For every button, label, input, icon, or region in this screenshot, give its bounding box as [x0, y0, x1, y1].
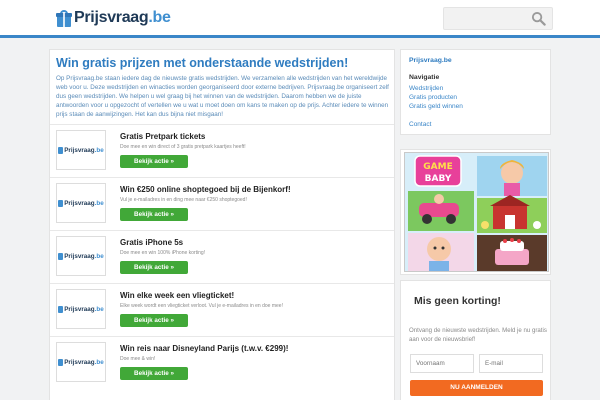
search-box	[443, 7, 553, 30]
svg-text:BABY: BABY	[425, 174, 452, 184]
email-field[interactable]	[479, 354, 543, 373]
site-logo[interactable]: Prijsvraag.be	[56, 7, 171, 29]
contest-item: Prijsvraag.be Win elke week een vliegtic…	[50, 283, 394, 336]
contest-description: Doe mee en win 100% iPhone korting!	[120, 250, 206, 256]
contest-item: Prijsvraag.be Win €250 online shoptegoed…	[50, 177, 394, 230]
newsletter-box: Mis geen korting! Ontvang de nieuwste we…	[400, 280, 551, 400]
ad-container: GAME BABY	[400, 149, 551, 275]
search-icon[interactable]	[531, 11, 546, 26]
gift-icon	[58, 305, 64, 313]
contest-description: Doe mee en win direct of 3 gratis pretpa…	[120, 144, 246, 150]
contest-thumbnail[interactable]: Prijsvraag.be	[56, 183, 106, 223]
contest-title[interactable]: Gratis Pretpark tickets	[120, 132, 205, 141]
view-contest-button[interactable]: Bekijk actie »	[120, 261, 188, 274]
site-header: Prijsvraag.be	[0, 0, 600, 38]
contest-title[interactable]: Win elke week een vliegticket!	[120, 291, 234, 300]
gift-icon	[58, 199, 64, 207]
contest-item: Prijsvraag.be Gratis Pretpark tickets Do…	[50, 124, 394, 177]
view-contest-button[interactable]: Bekijk actie »	[120, 155, 188, 168]
gift-icon	[56, 9, 72, 27]
contest-description: Vul je e-mailadres in en ding mee naar €…	[120, 197, 247, 203]
gift-icon	[58, 146, 64, 154]
contest-description: Doe mee & win!	[120, 356, 156, 362]
sidebar-link-gratis-producten[interactable]: Gratis producten	[409, 94, 457, 101]
sidebar-link-gratis-geld[interactable]: Gratis geld winnen	[409, 103, 463, 110]
contest-title[interactable]: Win reis naar Disneyland Parijs (t.w.v. …	[120, 344, 288, 353]
logo-text: Prijsvraag.be	[74, 9, 171, 26]
view-contest-button[interactable]: Bekijk actie »	[120, 208, 188, 221]
sidebar-link-wedstrijden[interactable]: Wedstrijden	[409, 85, 443, 92]
intro-text: Op Prijsvraag.be staan iedere dag de nie…	[56, 75, 389, 118]
contest-title[interactable]: Gratis iPhone 5s	[120, 238, 183, 247]
newsletter-text: Ontvang de nieuwste wedstrijden. Meld je…	[409, 327, 547, 343]
contest-item: Prijsvraag.be Gratis iPhone 5s Doe mee e…	[50, 230, 394, 283]
view-contest-button[interactable]: Bekijk actie »	[120, 314, 188, 327]
subscribe-button[interactable]: NU AANMELDEN	[410, 380, 543, 396]
contest-list: Prijsvraag.be Gratis Pretpark tickets Do…	[50, 124, 394, 389]
contest-thumbnail[interactable]: Prijsvraag.be	[56, 289, 106, 329]
sidebar-brand[interactable]: Prijsvraag.be	[409, 57, 452, 64]
sidebar-navigation: Prijsvraag.be Navigatie Wedstrijden Grat…	[400, 49, 551, 135]
contest-description: Elke week wordt een vliegticket verloot.…	[120, 303, 283, 309]
ad-illustration: GAME BABY	[405, 153, 548, 271]
contest-title[interactable]: Win €250 online shoptegoed bij de Bijenk…	[120, 185, 291, 194]
sidebar-link-contact[interactable]: Contact	[409, 121, 431, 128]
main-content: Win gratis prijzen met onderstaande weds…	[49, 49, 395, 400]
view-contest-button[interactable]: Bekijk actie »	[120, 367, 188, 380]
contest-thumbnail[interactable]: Prijsvraag.be	[56, 342, 106, 382]
contest-thumbnail[interactable]: Prijsvraag.be	[56, 236, 106, 276]
game-baby-ad[interactable]: GAME BABY	[404, 152, 549, 272]
gift-icon	[58, 252, 64, 260]
svg-text:GAME: GAME	[423, 162, 452, 172]
firstname-field[interactable]	[410, 354, 474, 373]
newsletter-title: Mis geen korting!	[414, 295, 501, 307]
search-input[interactable]	[444, 8, 528, 29]
sidebar-nav-title: Navigatie	[409, 74, 440, 81]
page-title: Win gratis prijzen met onderstaande weds…	[56, 56, 349, 70]
gift-icon	[58, 358, 64, 366]
contest-item: Prijsvraag.be Win reis naar Disneyland P…	[50, 336, 394, 389]
contest-thumbnail[interactable]: Prijsvraag.be	[56, 130, 106, 170]
